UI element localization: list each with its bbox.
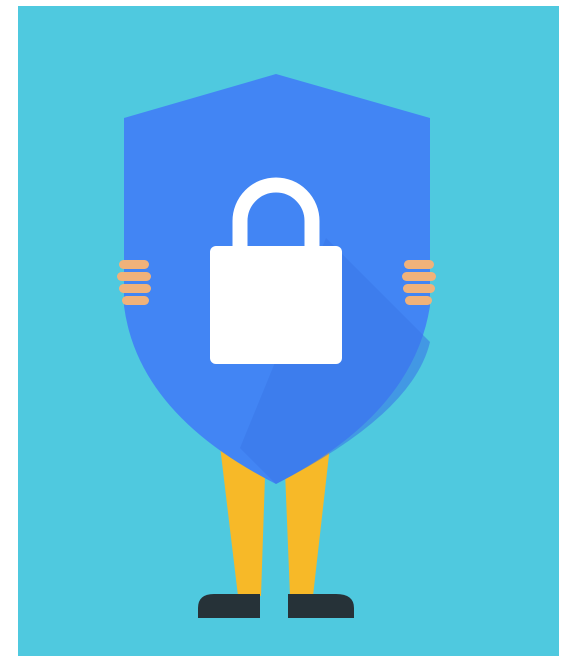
- right-shoe-icon: [288, 594, 354, 618]
- image-frame: [0, 0, 562, 662]
- lock-body: [210, 246, 342, 364]
- shoes: [198, 594, 354, 618]
- security-illustration: [18, 6, 559, 656]
- left-shoe-icon: [198, 594, 260, 618]
- security-illustration-svg: [117, 74, 436, 618]
